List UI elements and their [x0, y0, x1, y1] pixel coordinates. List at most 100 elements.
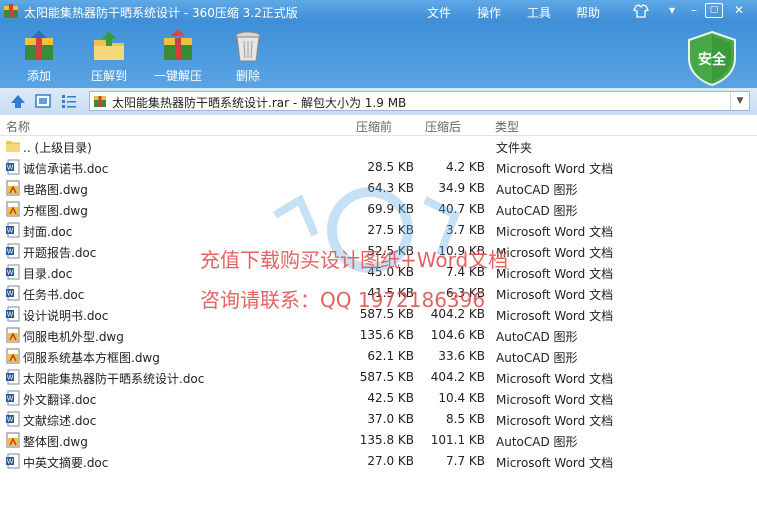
file-row[interactable]: .. (上级目录) 文件夹 [0, 136, 757, 157]
window-title: 太阳能集热器防干晒系统设计 - 360压缩 3.2正式版 [24, 6, 298, 20]
file-uncompressed-size: 8.5 KB [446, 412, 485, 426]
navigation-bar: 太阳能集热器防干晒系统设计.rar - 解包大小为 1.9 MB ▼ [0, 88, 757, 116]
column-type[interactable]: 类型 [495, 118, 519, 135]
file-name: 外文翻译.doc [23, 393, 97, 407]
file-type: Microsoft Word 文档 [496, 456, 614, 470]
file-name: 整体图.dwg [23, 435, 88, 449]
svg-text:W: W [7, 291, 14, 298]
file-name: 设计说明书.doc [23, 309, 109, 323]
file-row[interactable]: W 外文翻译.doc 42.5 KB 10.4 KB Microsoft Word 文档 [0, 388, 757, 409]
svg-text:W: W [7, 375, 14, 382]
maximize-icon[interactable]: ▢ [705, 3, 723, 18]
file-row[interactable]: W 太阳能集热器防干晒系统设计.doc 587.5 KB 404.2 KB Micros… [0, 367, 757, 388]
extract-to-label: 压解到 [90, 69, 127, 83]
security-shield[interactable]: 安全 [686, 30, 738, 87]
word-file-icon: W [6, 390, 20, 406]
autocad-file-icon [6, 201, 20, 217]
word-file-icon: W [6, 411, 20, 427]
menu-tools[interactable]: 工具 [527, 4, 551, 21]
file-uncompressed-size: 4.2 KB [446, 160, 485, 174]
svg-text:W: W [7, 249, 14, 256]
file-row[interactable]: W 文献综述.doc 37.0 KB 8.5 KB Microsoft Word 文档 [0, 409, 757, 430]
address-bar[interactable]: 太阳能集热器防干晒系统设计.rar - 解包大小为 1.9 MB ▼ [89, 91, 750, 111]
column-uncompressed[interactable]: 压缩后 [425, 118, 461, 135]
list-view-icon[interactable] [61, 93, 77, 109]
file-type: Microsoft Word 文档 [496, 246, 614, 260]
extract-to-button[interactable]: 压解到 [74, 28, 144, 84]
file-row[interactable]: W 中英文摘要.doc 27.0 KB 7.7 KB Microsoft Word 文档 [0, 451, 757, 472]
address-dropdown-icon[interactable]: ▼ [730, 92, 749, 110]
one-click-extract-button[interactable]: 一键解压 [143, 28, 213, 84]
file-name: 目录.doc [23, 267, 73, 281]
toolbar: 添加 压解到 一键解压 删除 安全 [0, 22, 757, 88]
file-uncompressed-size: 33.6 KB [438, 349, 485, 363]
menu-file[interactable]: 文件 [427, 4, 451, 21]
svg-text:W: W [7, 459, 14, 466]
security-label: 安全 [698, 52, 726, 68]
file-name: 诚信承诺书.doc [23, 162, 109, 176]
close-icon[interactable]: ✕ [728, 2, 750, 19]
add-button[interactable]: 添加 [4, 28, 74, 84]
file-name: .. (上级目录) [23, 141, 92, 155]
word-file-icon: W [6, 243, 20, 259]
file-uncompressed-size: 404.2 KB [430, 370, 485, 384]
file-type: Microsoft Word 文档 [496, 288, 614, 302]
word-file-icon: W [6, 306, 20, 322]
title-bar: 太阳能集热器防干晒系统设计 - 360压缩 3.2正式版 文件 操作 工具 帮助… [0, 0, 757, 22]
file-type: AutoCAD 图形 [496, 435, 578, 449]
menu-operate[interactable]: 操作 [477, 4, 501, 21]
autocad-file-icon [6, 348, 20, 364]
autocad-file-icon [6, 432, 20, 448]
svg-text:W: W [7, 165, 14, 172]
file-name: 伺服系统基本方框图.dwg [23, 351, 160, 365]
file-type: AutoCAD 图形 [496, 183, 578, 197]
file-uncompressed-size: 104.6 KB [430, 328, 485, 342]
rar-file-icon [94, 96, 106, 107]
watermark-line-1: 充值下载购买设计图纸+Word文档 [200, 248, 509, 272]
file-name: 封面.doc [23, 225, 73, 239]
file-compressed-size: 28.5 KB [367, 160, 414, 174]
file-compressed-size: 135.6 KB [359, 328, 414, 342]
file-name: 开题报告.doc [23, 246, 97, 260]
column-compressed[interactable]: 压缩前 [356, 118, 392, 135]
autocad-file-icon [6, 327, 20, 343]
file-row[interactable]: 伺服电机外型.dwg 135.6 KB 104.6 KB AutoCAD 图形 [0, 325, 757, 346]
file-name: 中英文摘要.doc [23, 456, 109, 470]
file-compressed-size: 42.5 KB [367, 391, 414, 405]
menu-help[interactable]: 帮助 [576, 4, 600, 21]
file-type: Microsoft Word 文档 [496, 267, 614, 281]
file-type: 文件夹 [496, 141, 533, 155]
file-type: Microsoft Word 文档 [496, 372, 614, 386]
file-type: AutoCAD 图形 [496, 351, 578, 365]
file-compressed-size: 135.8 KB [359, 433, 414, 447]
file-name: 电路图.dwg [23, 183, 88, 197]
skin-icon[interactable] [630, 2, 652, 19]
file-type: Microsoft Word 文档 [496, 225, 614, 239]
delete-label: 删除 [235, 69, 260, 83]
word-file-icon: W [6, 285, 20, 301]
svg-text:W: W [7, 228, 14, 235]
column-header-row: 名称 压缩前 压缩后 类型 [0, 115, 757, 136]
watermark-line-2: 咨询请联系：QQ 1972186396 [200, 288, 486, 312]
svg-text:W: W [7, 312, 14, 319]
file-compressed-size: 62.1 KB [367, 349, 414, 363]
svg-text:W: W [7, 396, 14, 403]
delete-button[interactable]: 删除 [213, 28, 283, 84]
archive-app-icon [4, 4, 18, 18]
add-label: 添加 [26, 69, 51, 83]
file-row[interactable]: 整体图.dwg 135.8 KB 101.1 KB AutoCAD 图形 [0, 430, 757, 451]
file-type: AutoCAD 图形 [496, 330, 578, 344]
file-row[interactable]: 伺服系统基本方框图.dwg 62.1 KB 33.6 KB AutoCAD 图形 [0, 346, 757, 367]
file-compressed-size: 37.0 KB [367, 412, 414, 426]
large-icon-view-icon[interactable] [35, 93, 51, 109]
word-file-icon: W [6, 264, 20, 280]
add-archive-icon [25, 30, 53, 60]
menu-dropdown-icon[interactable]: ▾ [661, 2, 683, 19]
column-name[interactable]: 名称 [6, 118, 30, 135]
up-arrow-icon[interactable] [10, 93, 26, 109]
folder-icon [6, 141, 20, 152]
word-file-icon: W [6, 159, 20, 175]
minimize-icon[interactable]: – [683, 2, 705, 19]
file-name: 方框图.dwg [23, 204, 88, 218]
file-uncompressed-size: 7.7 KB [446, 454, 485, 468]
